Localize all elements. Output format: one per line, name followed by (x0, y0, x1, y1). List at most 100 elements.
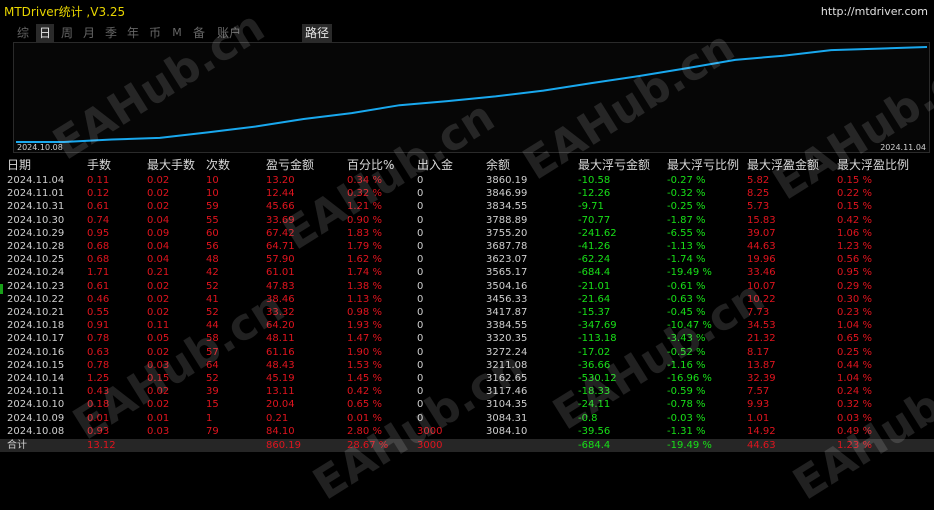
cell-max-float-profit: 1.01 (747, 412, 770, 424)
table-row[interactable]: 2024.10.30 0.74 0.04 55 33.69 0.90 % 0 3788.89 -… (0, 214, 934, 227)
table-row[interactable]: 2024.10.16 0.63 0.02 57 61.16 1.90 % 0 3272.24 -… (0, 346, 934, 359)
table-row[interactable]: 2024.10.23 0.61 0.02 52 47.83 1.38 % 0 3504.16 -… (0, 280, 934, 293)
table-row[interactable]: 2024.10.08 0.93 0.03 79 84.10 2.80 % 3000 3084.… (0, 425, 934, 438)
cell-max-float-loss: -36.66 (578, 359, 611, 371)
table-row[interactable]: 2024.10.22 0.46 0.02 41 38.46 1.13 % 0 3456.33 -… (0, 293, 934, 306)
cell-max-float-profit: 34.53 (747, 320, 776, 332)
tab-year[interactable]: 年 (124, 24, 142, 42)
cell-max-float-profit-pct: 0.95 % (837, 267, 872, 279)
cell-trades: 48 (206, 254, 219, 266)
header-deposit[interactable]: 出入金 (417, 156, 453, 174)
cell-max-float-loss: -684.4 (578, 267, 611, 279)
cell-max-float-loss: -39.56 (578, 425, 611, 437)
cell-max-float-profit-pct: 0.15 % (837, 201, 872, 213)
cell-max-float-profit: 10.07 (747, 280, 776, 292)
header-percent[interactable]: 百分比% (347, 156, 394, 174)
table-row[interactable]: 2024.10.09 0.01 0.01 1 0.21 0.01 % 0 3084.31 -0.… (0, 412, 934, 425)
cell-balance: 3084.10 (486, 425, 528, 437)
header-lots[interactable]: 手数 (87, 156, 111, 174)
cell-max-float-loss-pct: -1.13 % (667, 241, 706, 252)
cell-max-float-loss: -12.26 (578, 188, 611, 200)
cell-percent: 0.90 % (347, 214, 382, 226)
table-row[interactable]: 2024.10.29 0.95 0.09 60 67.42 1.83 % 0 3755.20 -… (0, 227, 934, 240)
cell-max-float-profit-pct: 0.29 % (837, 280, 872, 292)
tab-month[interactable]: 月 (80, 24, 98, 42)
cell-max-float-profit-pct: 1.04 % (837, 320, 872, 332)
tab-day[interactable]: 日 (36, 24, 54, 42)
table-row[interactable]: 2024.10.21 0.55 0.02 52 33.32 0.98 % 0 3417.87 -… (0, 306, 934, 319)
total-date: 合计 (7, 440, 27, 451)
cell-trades: 58 (206, 333, 219, 345)
total-max-float-profit-pct: 1.23 % (837, 440, 872, 451)
header-pnl[interactable]: 盈亏金额 (266, 156, 314, 174)
tab-backup[interactable]: 备 (190, 24, 208, 42)
cell-max-float-profit-pct: 0.32 % (837, 399, 872, 411)
table-row[interactable]: 2024.10.14 1.25 0.15 52 45.19 1.45 % 0 3162.65 -… (0, 372, 934, 385)
cell-lots: 0.46 (87, 293, 110, 305)
table-row[interactable]: 2024.10.10 0.18 0.02 15 20.04 0.65 % 0 3104.35 -… (0, 398, 934, 411)
tab-account[interactable]: 账户 (214, 24, 244, 42)
chart-end-date: 2024.11.04 (880, 143, 926, 152)
table-row[interactable]: 2024.10.11 0.43 0.02 39 13.11 0.42 % 0 3117.46 -… (0, 385, 934, 398)
cell-max-float-loss-pct: -10.47 % (667, 320, 712, 332)
table-row[interactable]: 2024.10.31 0.61 0.02 59 45.66 1.21 % 0 3834.55 -… (0, 200, 934, 213)
table-row[interactable]: 2024.11.01 0.12 0.02 10 12.44 0.32 % 0 3846.99 -… (0, 187, 934, 200)
tab-m[interactable]: M (169, 24, 185, 42)
cell-percent: 1.93 % (347, 320, 382, 332)
cell-balance: 3755.20 (486, 227, 528, 239)
cell-date: 2024.10.09 (7, 412, 65, 424)
cell-max-float-loss-pct: -0.59 % (667, 386, 706, 398)
cell-trades: 41 (206, 293, 219, 305)
cell-max-float-profit: 7.57 (747, 386, 770, 398)
cell-max-float-loss: -10.58 (578, 175, 611, 186)
header-max-float-loss-pct[interactable]: 最大浮亏比例 (667, 156, 739, 174)
cell-pnl: 33.69 (266, 214, 295, 226)
cell-lots: 0.93 (87, 425, 110, 437)
tab-currency[interactable]: 币 (146, 24, 164, 42)
cell-balance: 3456.33 (486, 293, 528, 305)
header-date[interactable]: 日期 (7, 156, 31, 174)
header-trades[interactable]: 次数 (206, 156, 230, 174)
period-tabs: 综 日 周 月 季 年 币 M 备 账户 路径 (0, 24, 934, 42)
cell-trades: 64 (206, 359, 219, 371)
cell-date: 2024.11.01 (7, 188, 65, 200)
cell-max-float-profit-pct: 0.65 % (837, 333, 872, 345)
website-link[interactable]: http://mtdriver.com (821, 5, 928, 18)
cell-trades: 52 (206, 280, 219, 292)
cell-max-float-profit-pct: 1.23 % (837, 241, 872, 252)
table-row[interactable]: 2024.11.04 0.11 0.02 10 13.20 0.34 % 0 3860.19 -… (0, 174, 934, 187)
tab-quarter[interactable]: 季 (102, 24, 120, 42)
table-row[interactable]: 2024.10.28 0.68 0.04 56 64.71 1.79 % 0 3687.78 -… (0, 240, 934, 253)
total-lots: 13.12 (87, 440, 116, 451)
table-row[interactable]: 2024.10.24 1.71 0.21 42 61.01 1.74 % 0 3565.17 -… (0, 266, 934, 279)
cell-pnl: 48.11 (266, 333, 295, 345)
total-max-float-loss: -684.4 (578, 440, 611, 451)
header-balance[interactable]: 余额 (486, 156, 510, 174)
cell-date: 2024.10.17 (7, 333, 65, 345)
cell-trades: 44 (206, 320, 219, 332)
cell-lots: 0.68 (87, 254, 110, 266)
table-row[interactable]: 2024.10.18 0.91 0.11 44 64.20 1.93 % 0 3384.55 -… (0, 319, 934, 332)
cell-trades: 52 (206, 307, 219, 318)
cell-trades: 52 (206, 373, 219, 384)
cell-date: 2024.10.15 (7, 359, 65, 371)
header-max-float-profit-pct[interactable]: 最大浮盈比例 (837, 156, 909, 174)
cell-deposit: 0 (417, 175, 424, 186)
cell-percent: 1.13 % (347, 293, 382, 305)
cell-pnl: 67.42 (266, 227, 295, 239)
header-max-lots[interactable]: 最大手数 (147, 156, 195, 174)
cell-balance: 3846.99 (486, 188, 528, 200)
cell-deposit: 0 (417, 307, 424, 318)
cell-pnl: 12.44 (266, 188, 295, 200)
cell-pnl: 64.71 (266, 241, 295, 252)
tab-path[interactable]: 路径 (302, 24, 332, 42)
tab-week[interactable]: 周 (58, 24, 76, 42)
cell-lots: 0.74 (87, 214, 110, 226)
tab-summary[interactable]: 综 (14, 24, 32, 42)
header-max-float-profit[interactable]: 最大浮盈金额 (747, 156, 819, 174)
header-max-float-loss[interactable]: 最大浮亏金额 (578, 156, 650, 174)
table-row[interactable]: 2024.10.25 0.68 0.04 48 57.90 1.62 % 0 3623.07 -… (0, 253, 934, 266)
total-deposit: 3000 (417, 440, 443, 451)
table-row[interactable]: 2024.10.17 0.78 0.05 58 48.11 1.47 % 0 3320.35 -… (0, 332, 934, 345)
table-row[interactable]: 2024.10.15 0.78 0.03 64 48.43 1.53 % 0 3211.08 -… (0, 359, 934, 372)
